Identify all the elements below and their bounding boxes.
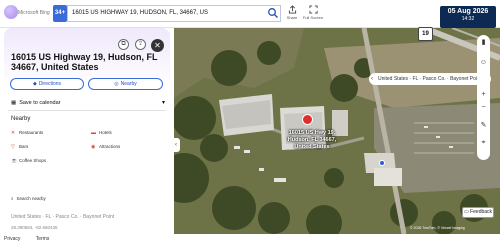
copy-icon: ⧉ xyxy=(121,41,126,47)
nearby-icon: ◎ xyxy=(114,81,119,87)
camera-icon: ◉ xyxy=(91,144,96,150)
nearby-button[interactable]: ◎ Nearby xyxy=(88,78,163,90)
fork-knife-icon: ✕ xyxy=(11,130,16,136)
nearby-item-label: Hotels xyxy=(99,130,112,135)
privacy-link[interactable]: Privacy xyxy=(4,236,20,242)
nearby-heading: Nearby xyxy=(11,116,31,122)
fullscreen-button[interactable]: Full Screen xyxy=(302,5,324,25)
location-pin-icon[interactable] xyxy=(302,114,313,125)
pin-label: 16015 US Hwy 19, Hudson, FL 34667, Unite… xyxy=(287,130,337,150)
terms-link[interactable]: Terms xyxy=(36,236,50,242)
locate-me-button[interactable]: ⌖ xyxy=(477,139,490,147)
traffic-button[interactable]: ✎ xyxy=(477,121,490,129)
glass-icon: ▽ xyxy=(11,144,15,150)
copy-button[interactable]: ⧉ xyxy=(118,39,129,50)
fullscreen-icon xyxy=(308,5,318,14)
share-icon xyxy=(288,5,296,14)
search-icon: ⌕ xyxy=(11,196,14,201)
place-panel: ⧉ ⇪ ✕ 16015 US Highway 19, Hudson, FL 34… xyxy=(4,28,170,232)
directions-button[interactable]: ◆ Directions xyxy=(10,78,84,90)
save-to-calendar[interactable]: ▦ Save to calendar ▾ xyxy=(11,98,165,108)
search-input[interactable]: 16015 US HIGHWAY 19, HUDSON, FL, 34667, … xyxy=(67,5,281,22)
search-badge[interactable]: 34+ xyxy=(53,5,67,22)
nearby-item-label: Coffee Shops xyxy=(19,158,47,163)
cup-icon: ☕ xyxy=(11,158,18,164)
feedback-icon: ▭ xyxy=(463,209,469,215)
search-icon[interactable] xyxy=(267,7,279,19)
location-breadcrumb-bar[interactable]: ‹ United States · FL · Pasco Co. · Bayon… xyxy=(369,73,491,85)
location-icon: ⌖ xyxy=(481,139,486,146)
zoom-in-button[interactable]: + xyxy=(477,91,490,98)
feedback-label: Feedback xyxy=(470,209,493,215)
bed-icon: ▬ xyxy=(91,130,96,136)
feedback-button[interactable]: ▭ Feedback xyxy=(462,207,494,218)
place-title: 16015 US Highway 19, Hudson, FL 34667, U… xyxy=(11,52,158,72)
app-window: Microsoft Bing 34+ 16015 US HIGHWAY 19, … xyxy=(0,0,500,246)
plus-icon: + xyxy=(481,91,486,98)
poi-marker-icon[interactable] xyxy=(379,160,385,166)
coordinates-text: 28.390584, -82.660435 xyxy=(11,225,58,230)
nearby-bars[interactable]: ▽ Bars xyxy=(11,144,28,150)
nearby-coffee-shops[interactable]: ☕ Coffee Shops xyxy=(11,158,46,164)
chevron-left-icon: ‹ xyxy=(175,142,177,148)
top-bar: Microsoft Bing 34+ 16015 US HIGHWAY 19, … xyxy=(0,0,500,28)
chevron-down-icon[interactable]: ▾ xyxy=(162,98,165,108)
zoom-out-button[interactable]: − xyxy=(477,104,490,111)
address-breadcrumb[interactable]: United States · FL · Pasco Co. · Bayonet… xyxy=(11,214,114,220)
route-shield: 19 xyxy=(418,27,433,41)
layers-icon: ▮ xyxy=(481,39,486,46)
search-nearby-label: Search nearby xyxy=(16,196,46,201)
brand-label: Microsoft Bing xyxy=(18,10,50,16)
directions-label: Directions xyxy=(38,81,62,87)
nearby-button-label: Nearby xyxy=(120,81,137,87)
divider xyxy=(8,110,166,111)
nearby-restaurants[interactable]: ✕ Restaurants xyxy=(11,130,43,136)
date-time-widget: 05 Aug 2026 14:32 xyxy=(440,6,496,28)
nearby-hotels[interactable]: ▬ Hotels xyxy=(91,130,112,136)
nearby-item-label: Restaurants xyxy=(19,130,44,135)
collapse-panel-button[interactable]: ‹ xyxy=(172,138,180,152)
search-nearby-link[interactable]: ⌕ Search nearby xyxy=(11,196,46,201)
fullscreen-label: Full Screen xyxy=(302,15,324,20)
nearby-item-label: Attractions xyxy=(99,144,121,149)
map-attribution: © 2026 TomTom, © Vexcel Imaging xyxy=(410,226,465,230)
share-button[interactable]: Share xyxy=(285,5,299,25)
location-breadcrumb: United States · FL · Pasco Co. · Bayonet… xyxy=(378,76,482,82)
bing-logo xyxy=(4,5,18,19)
nearby-attractions[interactable]: ◉ Attractions xyxy=(91,144,120,150)
close-icon: ✕ xyxy=(154,41,161,50)
streetside-button[interactable]: ☺ xyxy=(477,59,490,66)
map-controls: ▮ ☺ + − ✎ ⌖ xyxy=(477,35,490,160)
save-label: Save to calendar xyxy=(19,100,61,106)
minus-icon: − xyxy=(481,104,486,111)
close-button[interactable]: ✕ xyxy=(151,39,164,52)
chevron-left-icon[interactable]: ‹ xyxy=(371,73,373,85)
share-label: Share xyxy=(286,15,298,20)
date-text: 05 Aug 2026 xyxy=(447,8,489,15)
calendar-icon: ▦ xyxy=(11,100,17,106)
time-text: 14:32 xyxy=(461,16,475,22)
footer-links: Privacy Terms xyxy=(4,236,63,242)
share-place-button[interactable]: ⇪ xyxy=(135,39,146,50)
share-icon: ⇪ xyxy=(137,41,144,47)
traffic-icon: ✎ xyxy=(480,122,487,129)
nearby-item-label: Bars xyxy=(19,144,29,149)
map-style-button[interactable]: ▮ xyxy=(477,38,490,46)
directions-icon: ◆ xyxy=(32,81,37,87)
person-icon: ☺ xyxy=(479,59,488,66)
